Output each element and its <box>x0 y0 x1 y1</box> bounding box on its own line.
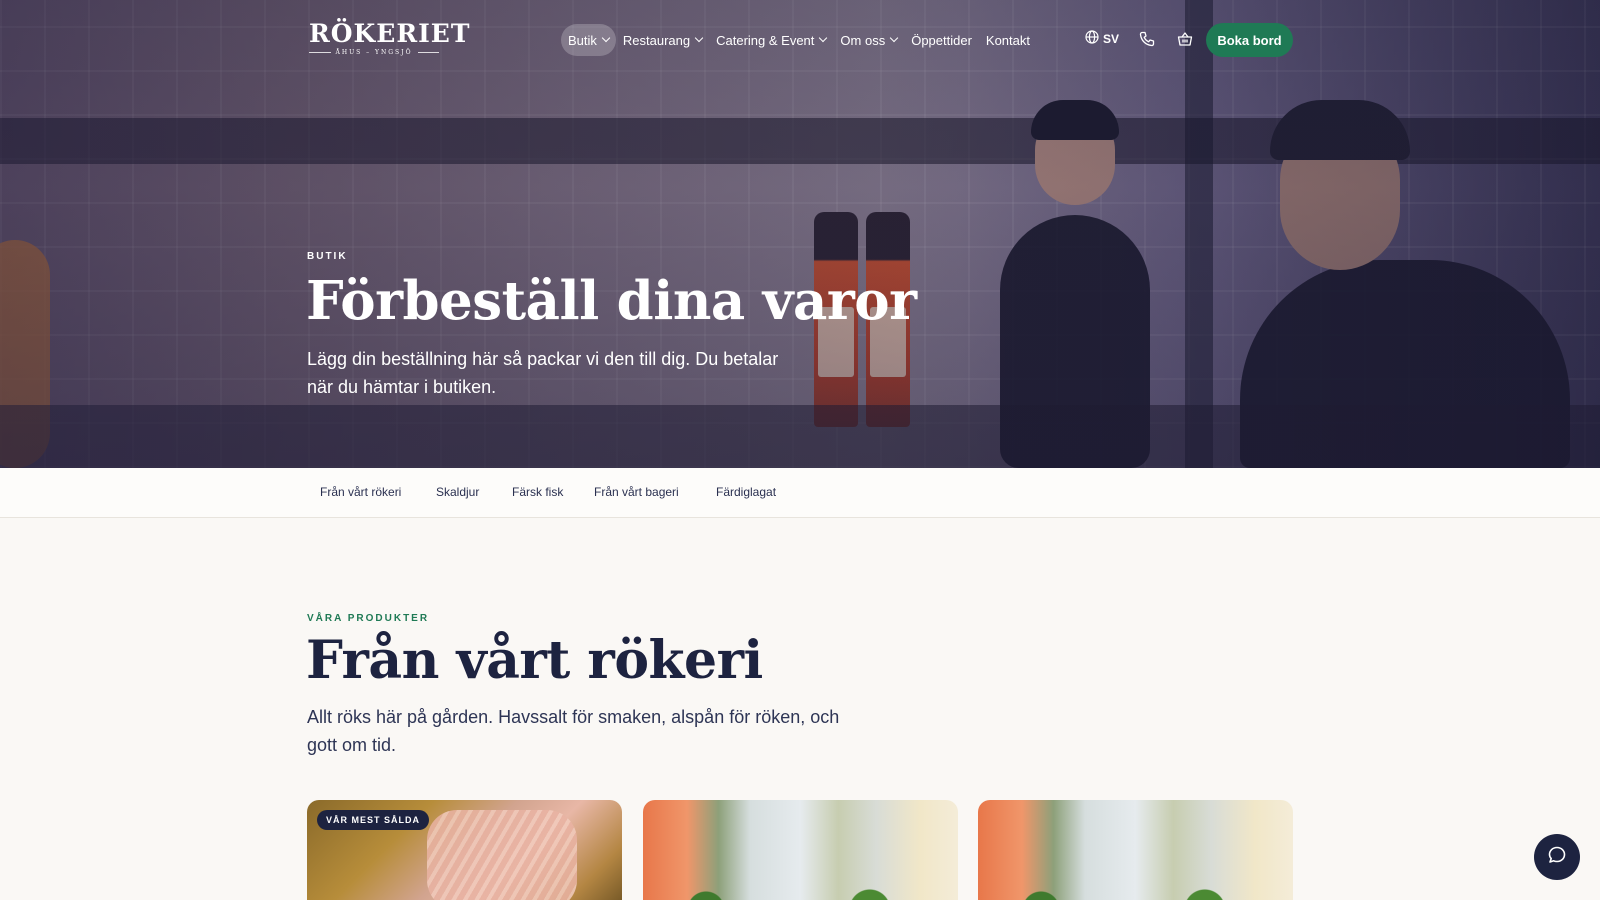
nav-item-butik[interactable]: Butik <box>561 24 616 56</box>
nav-item-kontakt[interactable]: Kontakt <box>979 24 1037 56</box>
logo-wordmark: RÖKERIET <box>309 19 471 48</box>
phone-icon[interactable] <box>1137 29 1157 49</box>
tab-fran-vart-bageri[interactable]: Från vårt bageri <box>594 485 679 499</box>
category-tabs: Från vårt rökeri Skaldjur Färsk fisk Frå… <box>0 468 1600 518</box>
nav-item-restaurang[interactable]: Restaurang <box>616 24 709 56</box>
section-eyebrow: VÅRA PRODUKTER <box>307 613 430 624</box>
language-label: SV <box>1103 31 1120 46</box>
tab-fardiglagat[interactable]: Färdiglagat <box>716 485 776 499</box>
book-table-button[interactable]: Boka bord <box>1206 23 1293 57</box>
product-card[interactable]: VÅR MEST SÅLDA <box>307 800 622 900</box>
tab-fran-vart-rokeri[interactable]: Från vårt rökeri <box>320 485 401 499</box>
chevron-down-icon <box>601 33 611 43</box>
chat-bubble-icon <box>1547 845 1567 870</box>
main-nav: Butik Restaurang Catering & Event Om oss… <box>561 24 1037 56</box>
hero-title: Förbeställ dina varor <box>306 270 917 332</box>
section-title: Från vårt rökeri <box>306 630 763 691</box>
chat-button[interactable] <box>1534 834 1580 880</box>
chevron-down-icon <box>694 33 704 43</box>
hero-eyebrow: BUTIK <box>307 251 348 262</box>
nav-item-oppettider[interactable]: Öppettider <box>904 24 979 56</box>
globe-icon <box>1085 30 1099 47</box>
basket-icon[interactable] <box>1175 29 1195 49</box>
nav-item-catering[interactable]: Catering & Event <box>709 24 833 56</box>
product-card[interactable] <box>643 800 958 900</box>
hero-description: Lägg din beställning här så packar vi de… <box>307 349 779 397</box>
section-description: Allt röks här på gården. Havssalt för sm… <box>307 707 840 755</box>
product-card[interactable] <box>978 800 1293 900</box>
logo-tagline: ÅHUS – YNGSJÖ <box>335 49 413 56</box>
hero-image <box>0 0 1600 468</box>
chevron-down-icon <box>819 33 828 43</box>
tab-farsk-fisk[interactable]: Färsk fisk <box>512 485 563 499</box>
site-logo[interactable]: RÖKERIET ÅHUS – YNGSJÖ <box>309 19 471 56</box>
chevron-down-icon <box>889 33 899 43</box>
bestseller-badge: VÅR MEST SÅLDA <box>317 810 430 830</box>
language-switcher[interactable]: SV <box>1085 30 1119 47</box>
nav-item-om-oss[interactable]: Om oss <box>833 24 904 56</box>
tab-skaldjur[interactable]: Skaldjur <box>436 485 479 499</box>
